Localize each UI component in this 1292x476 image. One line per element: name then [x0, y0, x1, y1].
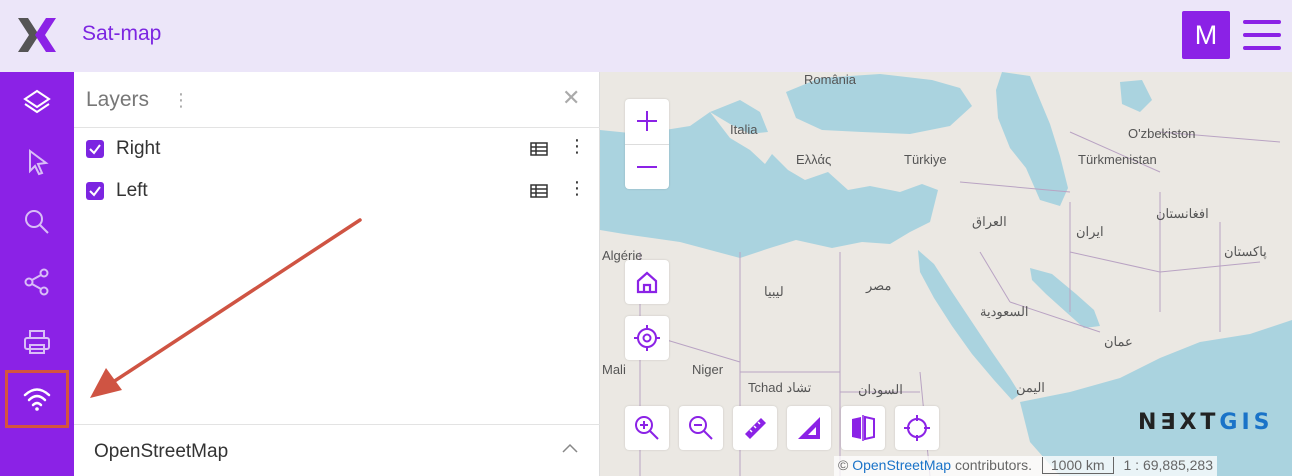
map-view[interactable]: România Italia Ελλάς Türkiye O'zbekiston…	[600, 72, 1292, 476]
layer-more-icon[interactable]: ⋮	[568, 178, 586, 199]
zoom-in-tool-button[interactable]	[625, 406, 669, 450]
minus-icon	[637, 166, 657, 168]
map-label: السعودية	[980, 304, 1029, 319]
toolbar-select-button[interactable]	[8, 136, 66, 188]
toolbar-share-button[interactable]	[8, 256, 66, 308]
map-label: Niger	[692, 362, 724, 377]
map-label: O'zbekiston	[1128, 126, 1196, 141]
map-label: România	[804, 72, 857, 87]
crosshair-icon	[904, 415, 930, 441]
target-icon	[634, 325, 660, 351]
check-icon	[89, 144, 101, 155]
user-avatar[interactable]: M	[1182, 11, 1230, 59]
layer-name: Left	[116, 180, 148, 201]
map-label: السودان	[858, 382, 903, 397]
basemap-name: OpenStreetMap	[94, 441, 229, 462]
chevron-up-icon[interactable]	[562, 443, 578, 453]
osm-link[interactable]: OpenStreetMap	[852, 457, 951, 473]
ruler-icon	[745, 418, 766, 439]
table-icon[interactable]	[530, 142, 548, 156]
swipe-compare-button[interactable]	[841, 406, 885, 450]
panel-options-icon[interactable]: ⋮	[172, 90, 190, 111]
layer-name: Right	[116, 138, 161, 159]
map-label: افغانستان	[1156, 206, 1209, 221]
check-icon	[89, 186, 101, 197]
brand-suffix: GIS	[1219, 410, 1274, 435]
layers-panel-title: Layers	[86, 88, 150, 111]
map-label: Türkmenistan	[1078, 152, 1157, 167]
map-label: Türkiye	[904, 152, 947, 167]
map-label: Mali	[602, 362, 626, 377]
brand-prefix: N∃XT	[1138, 410, 1220, 435]
zoom-in-icon	[635, 416, 659, 440]
layer-row[interactable]: Left ⋮	[74, 170, 600, 210]
pointer-icon	[29, 149, 49, 176]
attribution-suffix: contributors.	[951, 457, 1032, 473]
attribution-prefix: ©	[838, 457, 853, 473]
locate-button[interactable]	[625, 316, 669, 360]
zoom-out-button[interactable]	[625, 145, 669, 189]
share-icon	[24, 268, 49, 296]
zoom-in-button[interactable]	[625, 99, 669, 143]
nextgis-logo-icon[interactable]	[18, 16, 56, 54]
home-extent-button[interactable]	[625, 260, 669, 304]
app: Sat-map M Layers ⋮ ✕ Right ⋮ Left ⋮ Open…	[0, 0, 1292, 476]
measure-distance-button[interactable]	[733, 406, 777, 450]
print-icon	[24, 330, 50, 354]
toolbar-search-button[interactable]	[8, 196, 66, 248]
zoom-out-tool-button[interactable]	[679, 406, 723, 450]
hamburger-menu-icon[interactable]	[1243, 20, 1281, 50]
scale-ratio: 1 : 69,885,283	[1123, 457, 1214, 473]
zoom-out-icon	[689, 416, 713, 440]
table-icon[interactable]	[530, 184, 548, 198]
layers-panel-header: Layers ⋮ ✕	[74, 72, 600, 128]
layer-more-icon[interactable]: ⋮	[568, 136, 586, 157]
compare-icon	[852, 415, 875, 441]
map-label: ليبيا	[764, 284, 784, 299]
layer-checkbox[interactable]	[86, 182, 104, 200]
coordinates-button[interactable]	[895, 406, 939, 450]
nextgis-brand-logo: N∃XTGIS	[1138, 410, 1274, 435]
close-icon[interactable]: ✕	[562, 86, 580, 111]
plus-icon	[637, 111, 657, 131]
map-label: عمان	[1104, 334, 1133, 349]
home-icon	[636, 271, 658, 294]
toolbar-print-button[interactable]	[8, 316, 66, 368]
layer-row[interactable]: Right ⋮	[74, 128, 600, 168]
toolbar-wifi-button[interactable]	[5, 370, 69, 428]
map-label: اليمن	[1016, 380, 1045, 395]
search-icon	[25, 210, 49, 234]
basemap-row[interactable]: OpenStreetMap	[74, 424, 600, 476]
wifi-icon	[23, 388, 51, 411]
left-toolbar	[0, 72, 74, 476]
layers-icon	[23, 89, 51, 114]
map-label: Tchad تشاد	[748, 380, 812, 395]
map-label: العراق	[972, 214, 1007, 229]
zoom-control	[625, 99, 669, 189]
toolbar-layers-button[interactable]	[8, 76, 66, 128]
scale-bar: 1000 km	[1041, 457, 1114, 474]
map-label: پاکستان	[1224, 244, 1267, 259]
layers-panel: Layers ⋮ ✕ Right ⋮ Left ⋮ OpenStreetMap	[74, 72, 600, 476]
set-square-icon	[798, 417, 820, 439]
measure-area-button[interactable]	[787, 406, 831, 450]
app-title: Sat-map	[82, 22, 162, 45]
map-label: Ελλάς	[796, 152, 832, 167]
map-label: Italia	[730, 122, 758, 137]
layer-checkbox[interactable]	[86, 140, 104, 158]
map-label: ایران	[1076, 224, 1104, 239]
map-attribution: © OpenStreetMap contributors. 1000 km 1 …	[834, 456, 1218, 476]
map-label: مصر	[866, 278, 892, 293]
app-header: Sat-map M	[0, 0, 1292, 72]
